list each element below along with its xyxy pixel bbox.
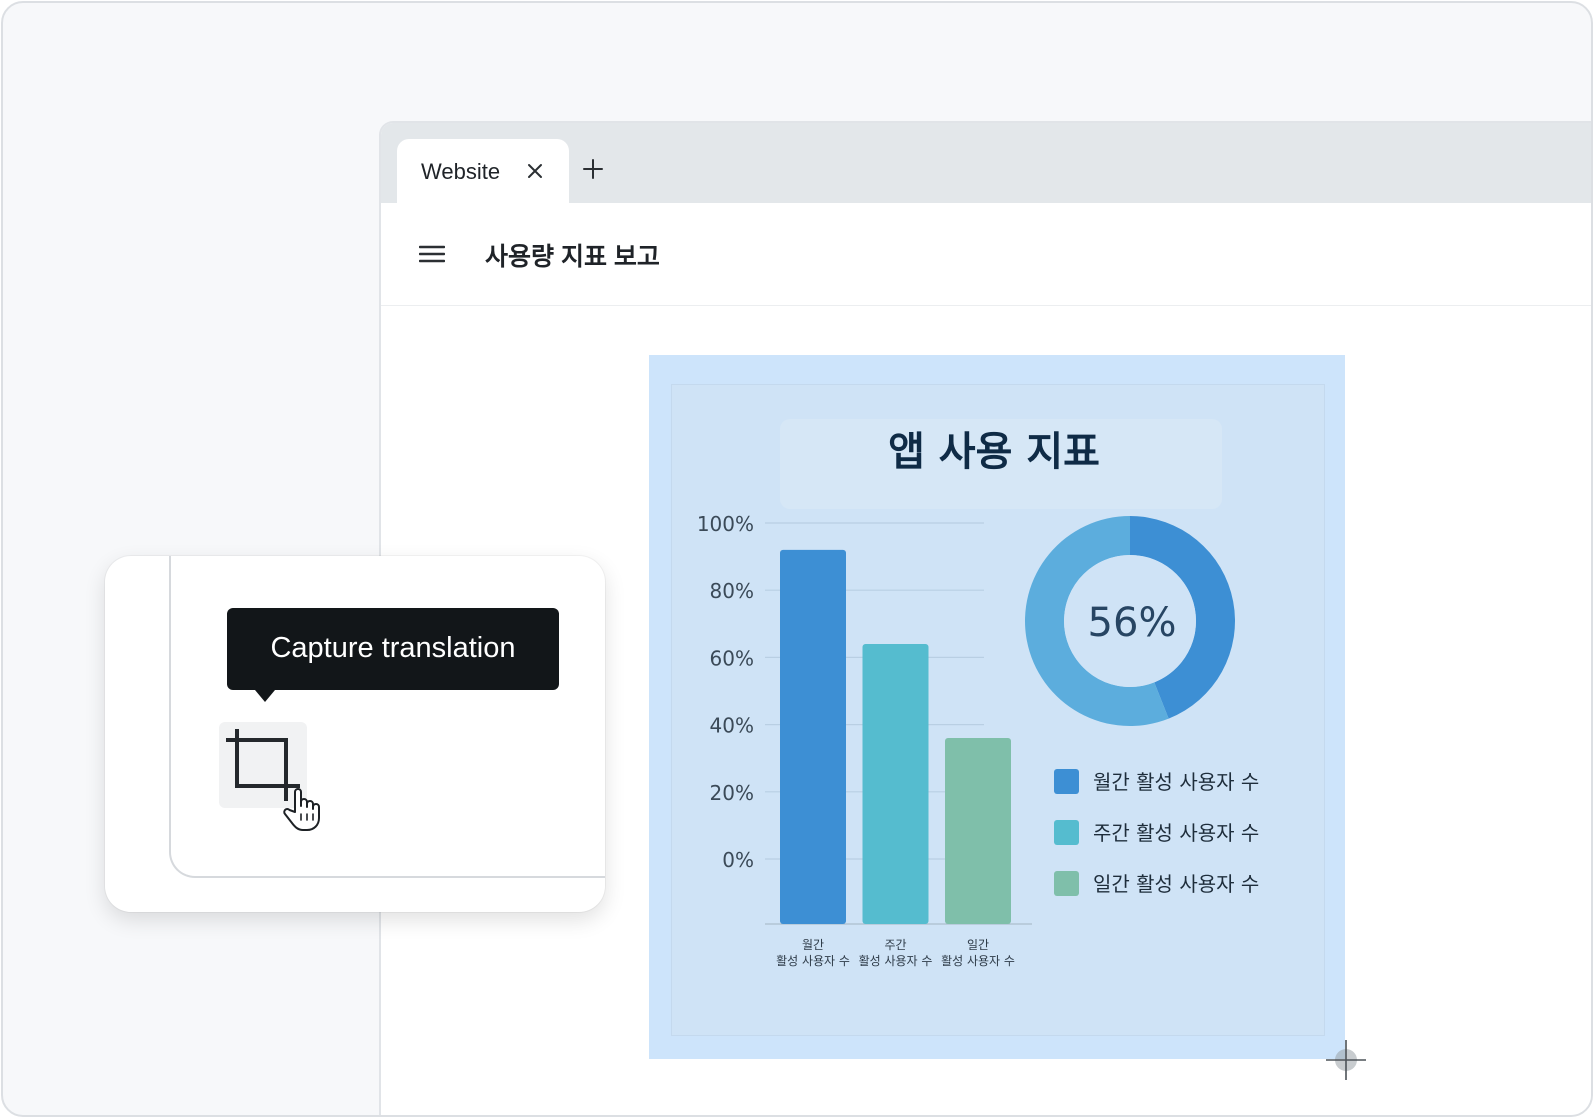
x-tick-label: 활성 사용자 수 — [776, 954, 850, 968]
legend-label: 일간 활성 사용자 수 — [1093, 872, 1259, 896]
chart-image: 앱 사용 지표 100% 80% 60% 40% 20% 0% 월간활성 사용자 수 주간활… — [671, 384, 1325, 1036]
bar — [862, 643, 929, 924]
legend-label: 월간 활성 사용자 수 — [1093, 770, 1259, 794]
tab-bar: Website — [381, 123, 1591, 203]
bar — [780, 549, 846, 924]
x-tick-label: 월간 — [802, 938, 824, 952]
close-icon[interactable] — [525, 161, 545, 181]
x-tick-label: 일간 — [967, 938, 989, 952]
y-tick-label: 20% — [710, 781, 754, 805]
popup-toolbar-outline — [169, 556, 605, 878]
x-tick-label: 주간 — [884, 938, 906, 952]
app-bar: 사용량 지표 보고 — [381, 203, 1591, 306]
y-tick-label: 0% — [722, 848, 754, 872]
bar — [945, 738, 1011, 924]
y-tick-label: 40% — [710, 714, 754, 738]
screenshot-frame: Website 사용량 지표 보고 앱 사용 지표 100% 80% 60% 40% 2… — [1, 1, 1593, 1117]
hamburger-menu-icon[interactable] — [419, 243, 445, 265]
capture-popup: Capture translation — [105, 556, 605, 912]
tooltip-text: Capture translation — [270, 632, 516, 664]
tab-title: Website — [421, 159, 501, 184]
tooltip-arrow — [255, 690, 275, 702]
tooltip: Capture translation — [227, 608, 559, 702]
tab-website[interactable]: Website — [397, 139, 569, 203]
legend-swatch — [1054, 871, 1079, 896]
usage-chart: 앱 사용 지표 100% 80% 60% 40% 20% 0% 월간활성 사용자 수 주간활… — [697, 419, 1259, 968]
legend-swatch — [1054, 769, 1079, 794]
y-tick-label: 60% — [710, 646, 754, 670]
x-tick-label: 활성 사용자 수 — [859, 954, 933, 968]
plus-icon[interactable] — [581, 157, 605, 181]
crosshair-cursor-icon — [1326, 1040, 1366, 1080]
hand-pointer-cursor-icon — [283, 788, 320, 831]
legend-swatch — [1054, 820, 1079, 845]
x-tick-label: 활성 사용자 수 — [941, 954, 1015, 968]
page-title: 사용량 지표 보고 — [485, 243, 660, 271]
y-tick-label: 80% — [710, 579, 754, 603]
legend-label: 주간 활성 사용자 수 — [1093, 821, 1259, 845]
y-tick-label: 100% — [697, 512, 754, 536]
chart-title: 앱 사용 지표 — [888, 429, 1100, 475]
donut-center-label: 56% — [1088, 600, 1177, 646]
